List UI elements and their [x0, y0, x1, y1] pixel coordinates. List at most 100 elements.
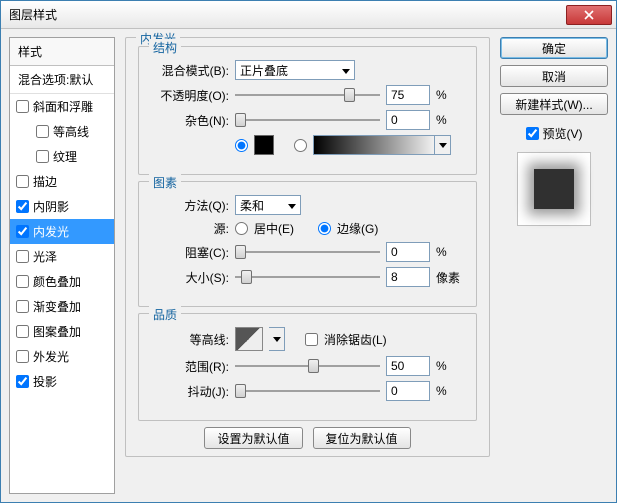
contour-label: 等高线:	[151, 331, 229, 348]
sidebar-item[interactable]: 内发光	[10, 219, 114, 244]
style-label: 斜面和浮雕	[33, 98, 93, 115]
source-label: 源:	[151, 220, 229, 237]
size-slider[interactable]	[235, 268, 380, 286]
choke-label: 阻塞(C):	[151, 244, 229, 261]
jitter-label: 抖动(J):	[151, 383, 229, 400]
ok-button[interactable]: 确定	[500, 37, 608, 59]
style-checkbox[interactable]	[36, 150, 49, 163]
color-source-row	[235, 135, 451, 155]
contour-dropdown[interactable]	[269, 327, 285, 351]
method-label: 方法(Q):	[151, 197, 229, 214]
main-panel: 内发光 结构 混合模式(B): 正片叠底 不透明度(O): 75	[125, 37, 490, 494]
opacity-input[interactable]: 75	[386, 85, 430, 105]
style-checkbox[interactable]	[16, 300, 29, 313]
blend-mode-value: 正片叠底	[240, 62, 288, 79]
sidebar-item[interactable]: 渐变叠加	[10, 294, 114, 319]
sidebar-item[interactable]: 描边	[10, 169, 114, 194]
size-label: 大小(S):	[151, 269, 229, 286]
antialias-checkbox[interactable]	[305, 333, 318, 346]
inner-glow-panel: 内发光 结构 混合模式(B): 正片叠底 不透明度(O): 75	[125, 37, 490, 457]
solid-color-radio[interactable]	[235, 139, 248, 152]
style-checkbox[interactable]	[16, 325, 29, 338]
chevron-down-icon	[288, 198, 296, 212]
size-unit: 像素	[436, 269, 464, 286]
gradient-dropdown[interactable]	[435, 135, 451, 155]
sidebar-header: 样式	[10, 38, 114, 66]
preview-label: 预览(V)	[543, 125, 583, 142]
style-checkbox[interactable]	[16, 275, 29, 288]
choke-slider[interactable]	[235, 243, 380, 261]
quality-legend: 品质	[149, 306, 181, 323]
window-title: 图层样式	[5, 6, 566, 23]
new-style-button[interactable]: 新建样式(W)...	[500, 93, 608, 115]
antialias-label: 消除锯齿(L)	[324, 331, 387, 348]
close-button[interactable]	[566, 5, 612, 25]
color-swatch[interactable]	[254, 135, 274, 155]
noise-slider[interactable]	[235, 111, 380, 129]
gradient-radio[interactable]	[294, 139, 307, 152]
style-label: 图案叠加	[33, 323, 81, 340]
chevron-down-icon	[342, 63, 350, 77]
source-edge-radio[interactable]	[318, 222, 331, 235]
method-select[interactable]: 柔和	[235, 195, 301, 215]
style-label: 纹理	[53, 148, 77, 165]
contour-picker[interactable]	[235, 327, 263, 351]
jitter-input[interactable]: 0	[386, 381, 430, 401]
style-label: 光泽	[33, 248, 57, 265]
structure-legend: 结构	[149, 39, 181, 56]
style-label: 等高线	[53, 123, 89, 140]
sidebar-item[interactable]: 内阴影	[10, 194, 114, 219]
style-label: 渐变叠加	[33, 298, 81, 315]
style-checkbox[interactable]	[16, 375, 29, 388]
preview-swatch	[534, 169, 574, 209]
style-checkbox[interactable]	[36, 125, 49, 138]
choke-unit: %	[436, 245, 464, 259]
style-checkbox[interactable]	[16, 200, 29, 213]
choke-input[interactable]: 0	[386, 242, 430, 262]
range-label: 范围(R):	[151, 358, 229, 375]
noise-unit: %	[436, 113, 464, 127]
preview-checkbox[interactable]	[526, 127, 539, 140]
style-label: 颜色叠加	[33, 273, 81, 290]
sidebar-blend-options[interactable]: 混合选项:默认	[10, 66, 114, 94]
gradient-picker[interactable]	[313, 135, 435, 155]
source-center-radio[interactable]	[235, 222, 248, 235]
set-default-button[interactable]: 设置为默认值	[204, 427, 302, 449]
noise-input[interactable]: 0	[386, 110, 430, 130]
blend-mode-select[interactable]: 正片叠底	[235, 60, 355, 80]
sidebar-item[interactable]: 纹理	[10, 144, 114, 169]
jitter-slider[interactable]	[235, 382, 380, 400]
style-checkbox[interactable]	[16, 250, 29, 263]
style-label: 内阴影	[33, 198, 69, 215]
dialog-window: 图层样式 样式 混合选项:默认 斜面和浮雕等高线纹理描边内阴影内发光光泽颜色叠加…	[0, 0, 617, 503]
sidebar-item[interactable]: 外发光	[10, 344, 114, 369]
opacity-label: 不透明度(O):	[151, 87, 229, 104]
style-label: 内发光	[33, 223, 69, 240]
close-icon	[584, 10, 594, 20]
sidebar-item[interactable]: 图案叠加	[10, 319, 114, 344]
style-checkbox[interactable]	[16, 350, 29, 363]
right-column: 确定 取消 新建样式(W)... 预览(V)	[500, 37, 608, 494]
size-input[interactable]: 8	[386, 267, 430, 287]
elements-legend: 图素	[149, 174, 181, 191]
opacity-slider[interactable]	[235, 86, 380, 104]
opacity-unit: %	[436, 88, 464, 102]
range-input[interactable]: 50	[386, 356, 430, 376]
style-label: 描边	[33, 173, 57, 190]
sidebar-item[interactable]: 斜面和浮雕	[10, 94, 114, 119]
reset-default-button[interactable]: 复位为默认值	[313, 427, 411, 449]
preview-box	[517, 152, 591, 226]
titlebar: 图层样式	[1, 1, 616, 29]
style-checkbox[interactable]	[16, 175, 29, 188]
sidebar-item[interactable]: 颜色叠加	[10, 269, 114, 294]
style-checkbox[interactable]	[16, 100, 29, 113]
style-checkbox[interactable]	[16, 225, 29, 238]
cancel-button[interactable]: 取消	[500, 65, 608, 87]
sidebar-item[interactable]: 投影	[10, 369, 114, 394]
sidebar-item[interactable]: 等高线	[10, 119, 114, 144]
sidebar-item[interactable]: 光泽	[10, 244, 114, 269]
styles-sidebar: 样式 混合选项:默认 斜面和浮雕等高线纹理描边内阴影内发光光泽颜色叠加渐变叠加图…	[9, 37, 115, 494]
quality-group: 品质 等高线: 消除锯齿(L) 范围(R): 50 %	[138, 313, 477, 421]
range-slider[interactable]	[235, 357, 380, 375]
elements-group: 图素 方法(Q): 柔和 源: 居中(E)	[138, 181, 477, 307]
